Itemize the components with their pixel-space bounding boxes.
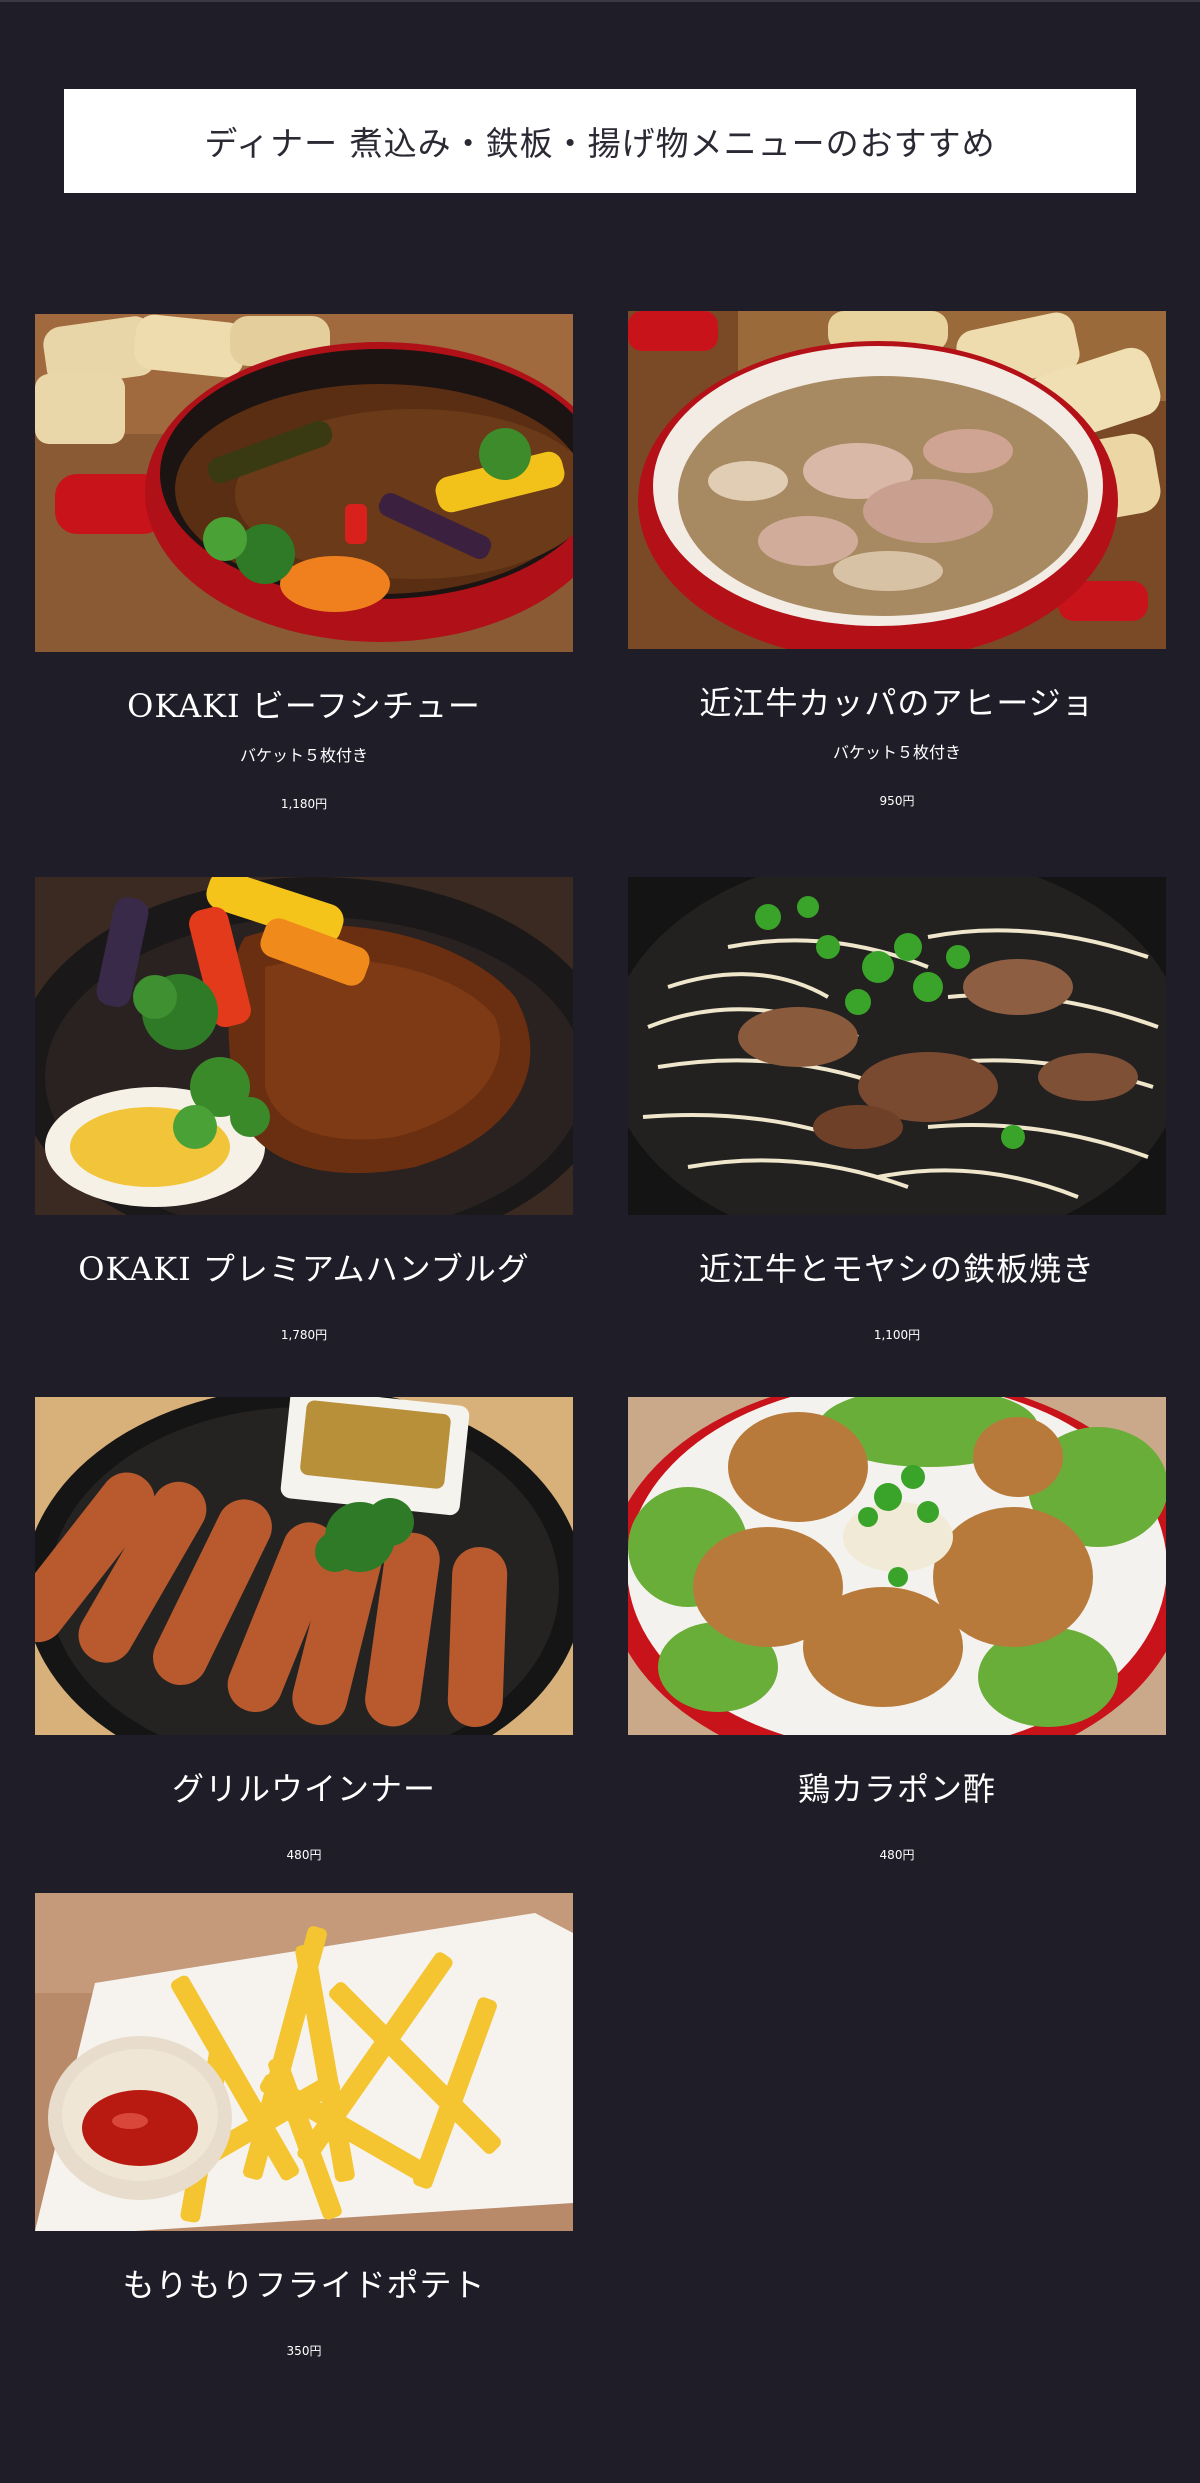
menu-item-french-fries[interactable]: もりもりフライドポテト 350円 <box>35 1893 573 2359</box>
top-divider <box>0 0 1200 2</box>
menu-item-ajillo[interactable]: 近江牛カッパのアヒージョ バケット５枚付き 950円 <box>628 311 1166 809</box>
item-name: OKAKI ビーフシチュー <box>127 687 481 725</box>
menu-item-fried-chicken-ponzu[interactable]: 鶏カラポン酢 480円 <box>628 1397 1166 1863</box>
item-price: 480円 <box>879 1848 915 1862</box>
fried-chicken-ponzu-photo[interactable] <box>628 1397 1166 1735</box>
ajillo-photo[interactable] <box>628 311 1166 649</box>
menu-item-beef-stew[interactable]: OKAKI ビーフシチュー バケット５枚付き 1,180円 <box>35 314 573 812</box>
item-name: もりもりフライドポテト <box>122 2266 486 2304</box>
item-price: 480円 <box>286 1848 322 1862</box>
item-note: バケット５枚付き <box>239 746 368 765</box>
beef-sprouts-teppan-photo[interactable] <box>628 877 1166 1215</box>
item-name: OKAKI プレミアムハンブルグ <box>78 1250 530 1288</box>
beef-stew-photo[interactable] <box>35 314 573 652</box>
item-name: グリルウインナー <box>171 1770 436 1808</box>
item-price: 350円 <box>286 2344 322 2358</box>
section-heading-box: ディナー 煮込み・鉄板・揚げ物メニューのおすすめ <box>64 89 1136 193</box>
item-name: 近江牛とモヤシの鉄板焼き <box>698 1250 1095 1288</box>
item-price: 950円 <box>879 794 915 808</box>
item-name: 鶏カラポン酢 <box>797 1770 996 1808</box>
item-price: 1,780円 <box>280 1328 328 1342</box>
menu-item-beef-sprouts-teppan[interactable]: 近江牛とモヤシの鉄板焼き 1,100円 <box>628 877 1166 1343</box>
section-heading: ディナー 煮込み・鉄板・揚げ物メニューのおすすめ <box>204 124 996 163</box>
french-fries-photo[interactable] <box>35 1893 573 2231</box>
item-price: 1,180円 <box>280 797 328 811</box>
hamburg-steak-photo[interactable] <box>35 877 573 1215</box>
item-name: 近江牛カッパのアヒージョ <box>699 684 1095 722</box>
grilled-sausage-photo[interactable] <box>35 1397 573 1735</box>
item-note: バケット５枚付き <box>832 743 961 762</box>
item-price: 1,100円 <box>873 1328 921 1342</box>
menu-item-hamburg-steak[interactable]: OKAKI プレミアムハンブルグ 1,780円 <box>35 877 573 1343</box>
menu-item-grilled-sausage[interactable]: グリルウインナー 480円 <box>35 1397 573 1863</box>
